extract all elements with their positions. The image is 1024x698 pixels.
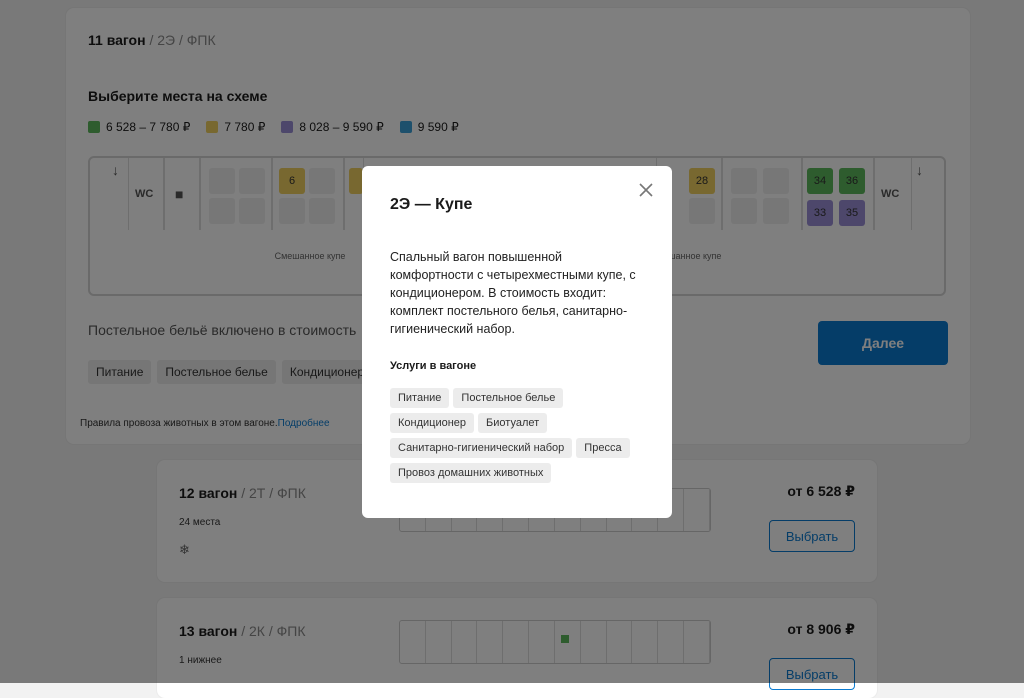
service-tag: Постельное белье <box>453 388 564 408</box>
service-tag: Провоз домашних животных <box>390 463 552 483</box>
close-icon[interactable] <box>638 182 654 198</box>
modal-title: 2Э — Купе <box>390 196 473 213</box>
service-tag: Питание <box>390 388 450 408</box>
services-heading: Услуги в вагоне <box>390 360 477 372</box>
car-info-modal: 2Э — Купе Спальный вагон повышенной комф… <box>362 166 672 518</box>
services-list: Питание Постельное белье Кондиционер Био… <box>390 388 644 483</box>
service-tag: Пресса <box>576 438 630 458</box>
service-tag: Кондиционер <box>390 413 475 433</box>
modal-description: Спальный вагон повышенной комфортности с… <box>390 250 636 336</box>
service-tag: Санитарно-гигиенический набор <box>390 438 573 458</box>
service-tag: Биотуалет <box>478 413 548 433</box>
